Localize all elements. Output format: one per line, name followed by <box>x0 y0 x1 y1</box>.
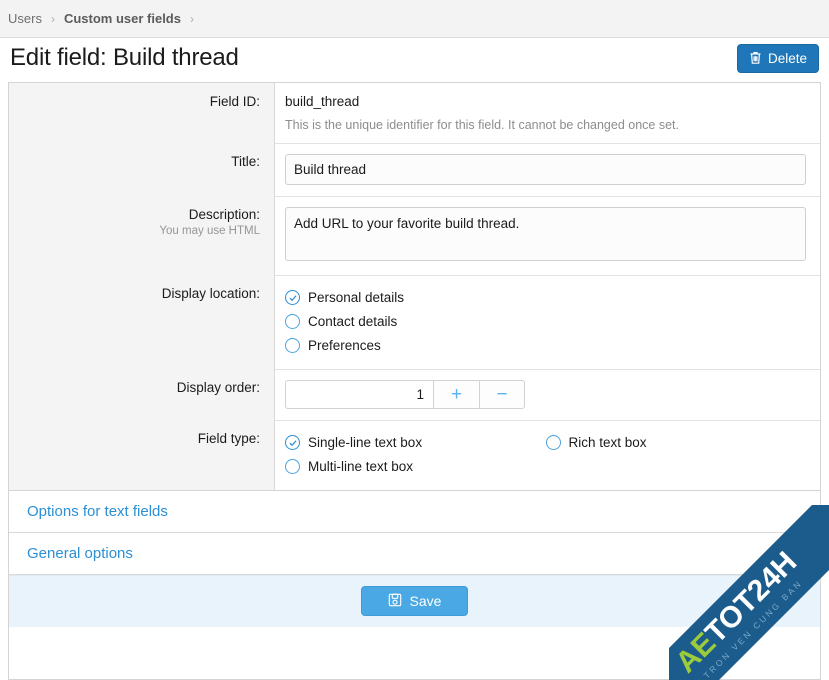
page-title: Edit field: Build thread <box>10 44 239 72</box>
stepper-increment-button[interactable]: + <box>433 380 479 409</box>
display-order-label-cell: Display order: <box>9 369 275 420</box>
description-label: Description: <box>17 207 260 222</box>
field-id-value: build_thread <box>285 93 806 109</box>
field-type-columns: Single-line text box Multi-line text box <box>285 431 806 479</box>
radio-preferences[interactable]: Preferences <box>285 334 806 358</box>
radio-rich-text-box[interactable]: Rich text box <box>546 431 807 455</box>
row-title: Title: <box>9 143 820 196</box>
radio-personal-details[interactable]: Personal details <box>285 286 806 310</box>
form-card: Field ID: build_thread This is the uniqu… <box>8 82 821 680</box>
title-label-cell: Title: <box>9 143 275 196</box>
field-id-label-cell: Field ID: <box>9 83 275 143</box>
field-type-control: Single-line text box Multi-line text box <box>275 420 820 490</box>
form-footer: Save <box>9 575 820 627</box>
page-header: Edit field: Build thread Delete <box>0 38 829 78</box>
radio-selected-icon <box>285 435 300 450</box>
radio-label: Preferences <box>308 338 381 353</box>
breadcrumb: Users › Custom user fields › <box>0 0 829 38</box>
radio-unselected-icon <box>546 435 561 450</box>
radio-selected-icon <box>285 290 300 305</box>
description-sublabel: You may use HTML <box>17 225 260 237</box>
admin-page: Users › Custom user fields › Edit field:… <box>0 0 829 680</box>
title-control <box>275 143 820 196</box>
save-button[interactable]: Save <box>361 586 469 616</box>
description-control <box>275 196 820 275</box>
radio-contact-details[interactable]: Contact details <box>285 310 806 334</box>
save-button-label: Save <box>410 593 442 609</box>
radio-multi-line-text-box[interactable]: Multi-line text box <box>285 455 546 479</box>
field-id-label: Field ID: <box>17 94 260 109</box>
delete-button-label: Delete <box>768 51 807 66</box>
delete-button[interactable]: Delete <box>737 44 819 73</box>
accordion-options-for-text-fields[interactable]: Options for text fields <box>9 491 820 533</box>
display-order-control: + − <box>275 369 820 420</box>
display-location-control: Personal details Contact details <box>275 275 820 369</box>
floppy-disk-icon <box>388 593 402 610</box>
radio-unselected-icon <box>285 338 300 353</box>
quantity-stepper: + − <box>285 380 525 409</box>
radio-label: Contact details <box>308 314 397 329</box>
title-input[interactable] <box>285 154 806 185</box>
field-id-hint: This is the unique identifier for this f… <box>285 118 806 132</box>
chevron-right-icon: › <box>190 12 194 26</box>
radio-label: Personal details <box>308 290 404 305</box>
radio-unselected-icon <box>285 459 300 474</box>
description-textarea[interactable] <box>285 207 806 261</box>
display-location-label-cell: Display location: <box>9 275 275 369</box>
form-card-wrapper: Field ID: build_thread This is the uniqu… <box>0 78 829 680</box>
field-type-column-right: Rich text box <box>546 431 807 479</box>
radio-single-line-text-box[interactable]: Single-line text box <box>285 431 546 455</box>
form-rows: Field ID: build_thread This is the uniqu… <box>9 83 820 491</box>
chevron-right-icon: › <box>51 12 55 26</box>
display-location-label: Display location: <box>17 286 260 301</box>
field-id-control: build_thread This is the unique identifi… <box>275 83 820 143</box>
row-field-type: Field type: Single-line text box <box>9 420 820 490</box>
breadcrumb-item-custom-user-fields[interactable]: Custom user fields <box>64 11 181 26</box>
field-type-column-left: Single-line text box Multi-line text box <box>285 431 546 479</box>
field-type-label-cell: Field type: <box>9 420 275 490</box>
title-label: Title: <box>17 154 260 169</box>
trash-icon <box>749 51 762 65</box>
display-order-label: Display order: <box>17 380 260 395</box>
radio-label: Rich text box <box>569 435 647 450</box>
card-spacer <box>9 627 820 679</box>
description-label-cell: Description: You may use HTML <box>9 196 275 275</box>
radio-label: Single-line text box <box>308 435 422 450</box>
display-order-input[interactable] <box>285 380 433 409</box>
row-field-id: Field ID: build_thread This is the uniqu… <box>9 83 820 143</box>
row-description: Description: You may use HTML <box>9 196 820 275</box>
radio-unselected-icon <box>285 314 300 329</box>
row-display-order: Display order: + − <box>9 369 820 420</box>
row-display-location: Display location: Personal details <box>9 275 820 369</box>
stepper-decrement-button[interactable]: − <box>479 380 525 409</box>
field-type-label: Field type: <box>17 431 260 446</box>
radio-label: Multi-line text box <box>308 459 413 474</box>
breadcrumb-item-users[interactable]: Users <box>8 11 42 26</box>
accordion-general-options[interactable]: General options <box>9 533 820 575</box>
